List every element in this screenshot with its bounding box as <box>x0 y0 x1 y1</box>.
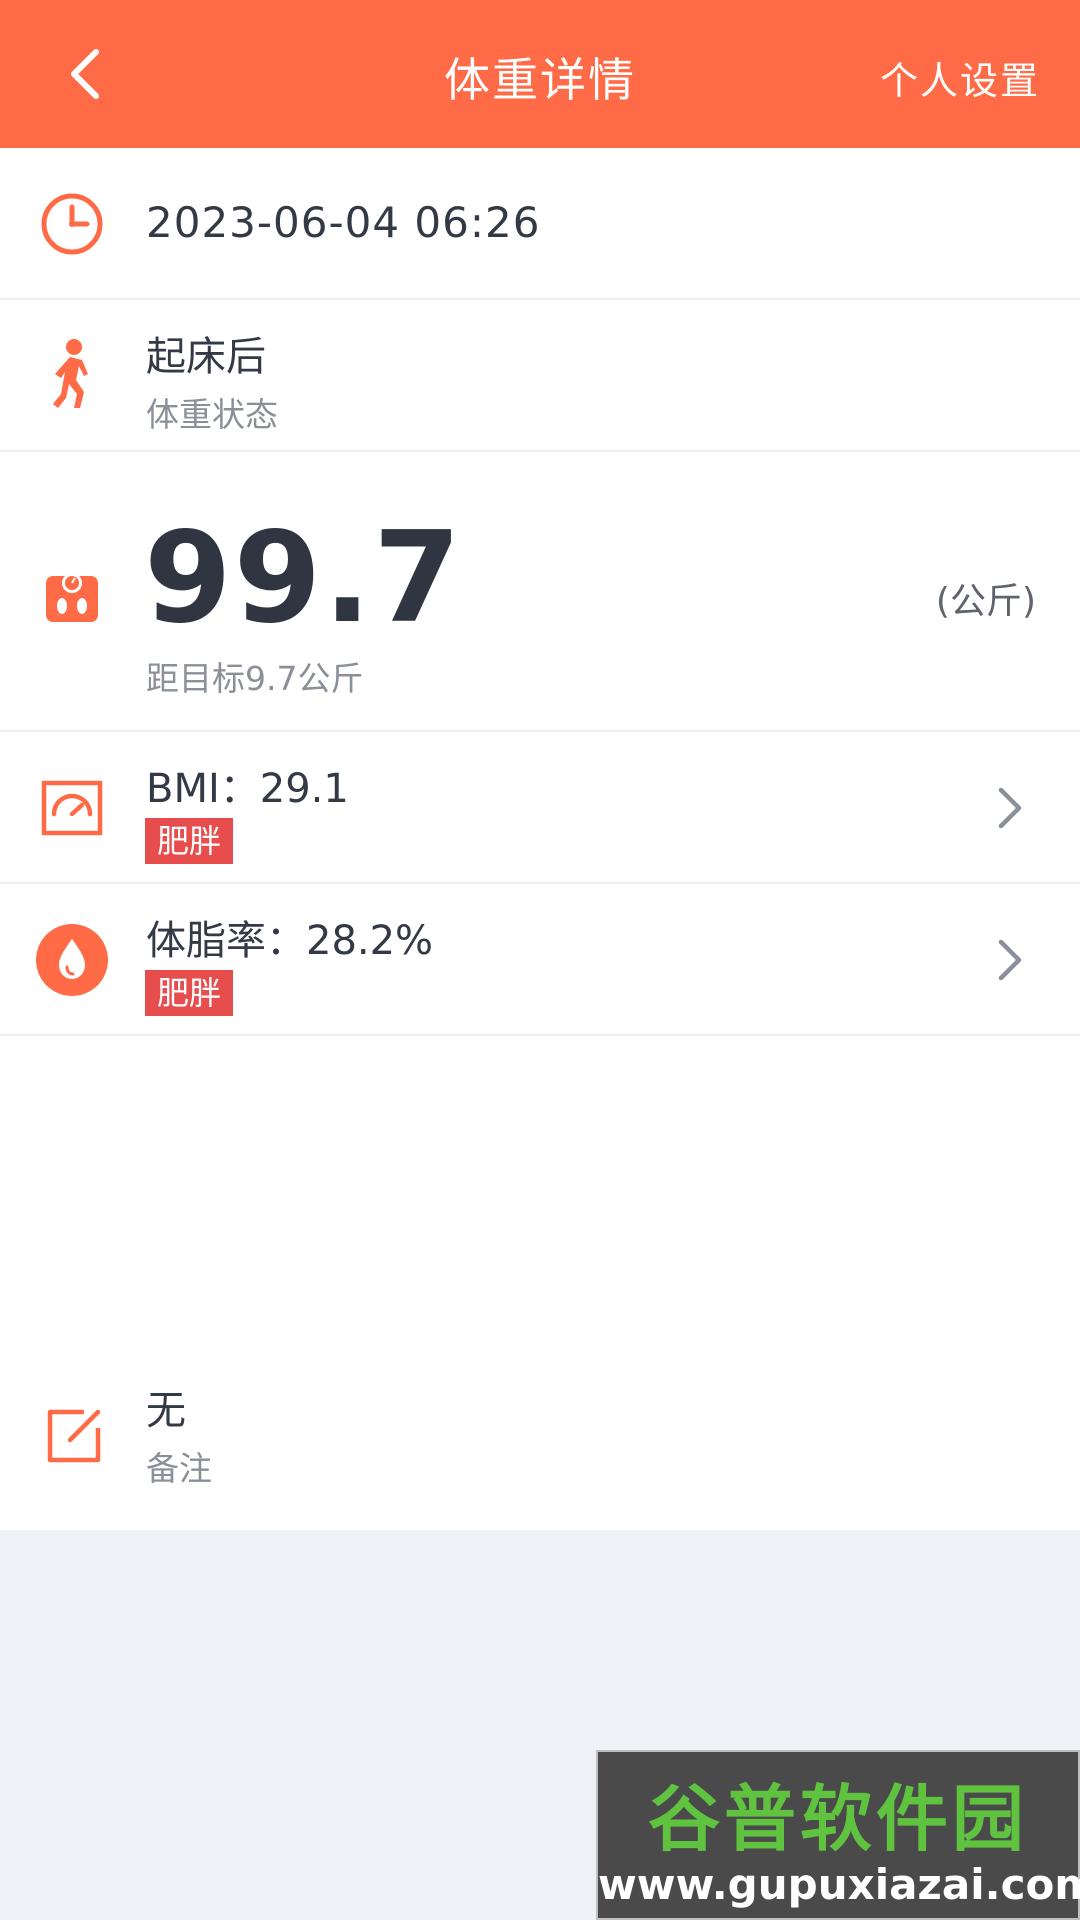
person-walk-icon <box>36 338 108 410</box>
weight-state-label: 体重状态 <box>146 395 278 434</box>
chevron-right-icon[interactable] <box>990 932 1030 988</box>
weight-state-value: 起床后 <box>146 334 266 380</box>
water-drop-icon <box>34 922 110 998</box>
note-value: 无 <box>146 1388 186 1434</box>
edit-icon <box>38 1400 110 1472</box>
bmi-row[interactable]: BMI：29.1 肥胖 <box>0 732 1080 884</box>
personal-settings-button[interactable]: 个人设置 <box>880 50 1040 105</box>
weight-detail-card: 2023-06-04 06:26 起床后 体重状态 99.7 (公斤) 距目标9 <box>0 148 1080 1530</box>
body-fat-status-badge: 肥胖 <box>145 970 234 1016</box>
gauge-icon <box>36 772 108 844</box>
weight-state-row: 起床后 体重状态 <box>0 300 1080 452</box>
scale-icon <box>36 560 108 632</box>
weight-unit: (公斤) <box>935 581 1036 622</box>
goal-distance: 距目标9.7公斤 <box>146 659 364 698</box>
bmi-status-badge: 肥胖 <box>145 818 234 864</box>
note-section[interactable]: 无 备注 <box>0 1036 1080 1530</box>
watermark-title: 谷普软件园 <box>647 1777 1028 1861</box>
watermark-url: www.gupuxiazai.com <box>598 1860 1080 1909</box>
top-bar: 体重详情 个人设置 <box>0 0 1080 148</box>
datetime-row: 2023-06-04 06:26 <box>0 148 1080 300</box>
bmi-label: BMI：29.1 <box>146 766 349 812</box>
body-fat-row[interactable]: 体脂率：28.2% 肥胖 <box>0 884 1080 1036</box>
measurement-datetime: 2023-06-04 06:26 <box>146 198 541 247</box>
note-label: 备注 <box>146 1449 212 1488</box>
clock-icon <box>36 188 108 260</box>
body-fat-label: 体脂率：28.2% <box>146 918 434 964</box>
weight-value-row: 99.7 (公斤) 距目标9.7公斤 <box>0 452 1080 732</box>
site-watermark: 谷普软件园 www.gupuxiazai.com <box>596 1750 1080 1920</box>
chevron-right-icon[interactable] <box>990 780 1030 836</box>
weight-value: 99.7 <box>144 504 463 651</box>
